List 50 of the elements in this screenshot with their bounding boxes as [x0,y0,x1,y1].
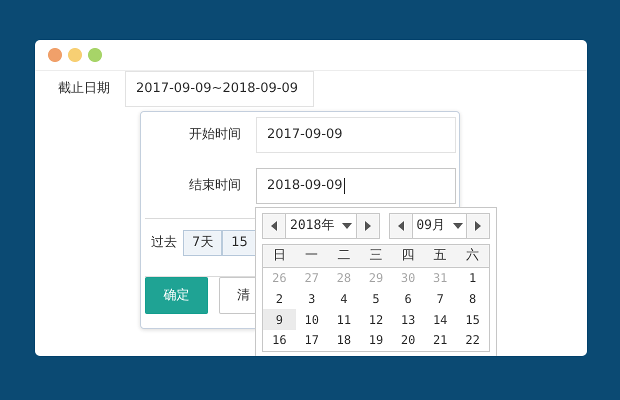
weekday-header: 六 [456,244,490,267]
weekday-header: 四 [392,244,424,267]
calendar-day[interactable]: 3 [296,288,328,309]
quick-range-label: 过去 [151,234,177,252]
quick-range-button[interactable]: 15 [222,230,257,256]
calendar-day[interactable]: 9 [262,309,296,330]
calendar-day[interactable]: 20 [392,330,424,351]
calendar-day[interactable]: 6 [392,288,424,309]
field-label: 截止日期 [57,80,111,98]
calendar-day[interactable]: 22 [456,330,490,351]
calendar-day[interactable]: 14 [424,309,456,330]
calendar-day[interactable]: 17 [296,330,328,351]
quick-range-button[interactable]: 7天 [183,230,222,256]
dropdown-caret-icon [453,223,464,229]
calendar-day[interactable]: 1 [456,267,490,288]
weekday-header: 二 [328,244,360,267]
field-label: 开始时间 [188,126,242,144]
start-date-field[interactable]: 2017-09-09 [256,117,456,153]
left-arrow-icon [271,221,277,231]
calendar-day[interactable]: 7 [424,288,456,309]
next-button[interactable] [357,214,380,238]
maximize-dot[interactable] [88,48,102,62]
close-dot[interactable] [48,48,62,62]
dropdown-caret-icon [342,223,352,229]
calendar-day[interactable]: 13 [392,309,424,330]
field-label: 结束时间 [188,177,242,196]
next-button[interactable] [467,214,489,238]
calendar-day[interactable]: 12 [360,309,392,330]
calendar-day[interactable]: 11 [328,309,360,330]
weekday-header: 一 [296,244,328,267]
right-arrow-icon [475,221,481,231]
calendar-day[interactable]: 10 [296,309,328,330]
calendar-day[interactable]: 19 [360,330,392,351]
calendar-day[interactable]: 8 [456,288,490,309]
left-arrow-icon [398,221,404,231]
end-date-field[interactable]: 2018-09-09 [256,168,456,204]
calendar-day[interactable]: 18 [328,330,360,351]
weekday-header: 三 [360,244,392,267]
calendar-day[interactable]: 5 [360,288,392,309]
weekday-header: 日 [262,244,296,267]
minimize-dot[interactable] [68,48,82,62]
calendar-day[interactable]: 16 [262,330,296,351]
calendar-day[interactable]: 4 [328,288,360,309]
calendar-day[interactable]: 21 [424,330,456,351]
weekday-header: 五 [424,244,456,267]
date-range-field[interactable]: 2017-09-09~2018-09-09 [125,71,314,107]
calendar-day[interactable]: 15 [456,309,490,330]
previous-button[interactable] [263,214,285,238]
right-arrow-icon [365,221,372,231]
previous-button[interactable] [390,214,412,238]
